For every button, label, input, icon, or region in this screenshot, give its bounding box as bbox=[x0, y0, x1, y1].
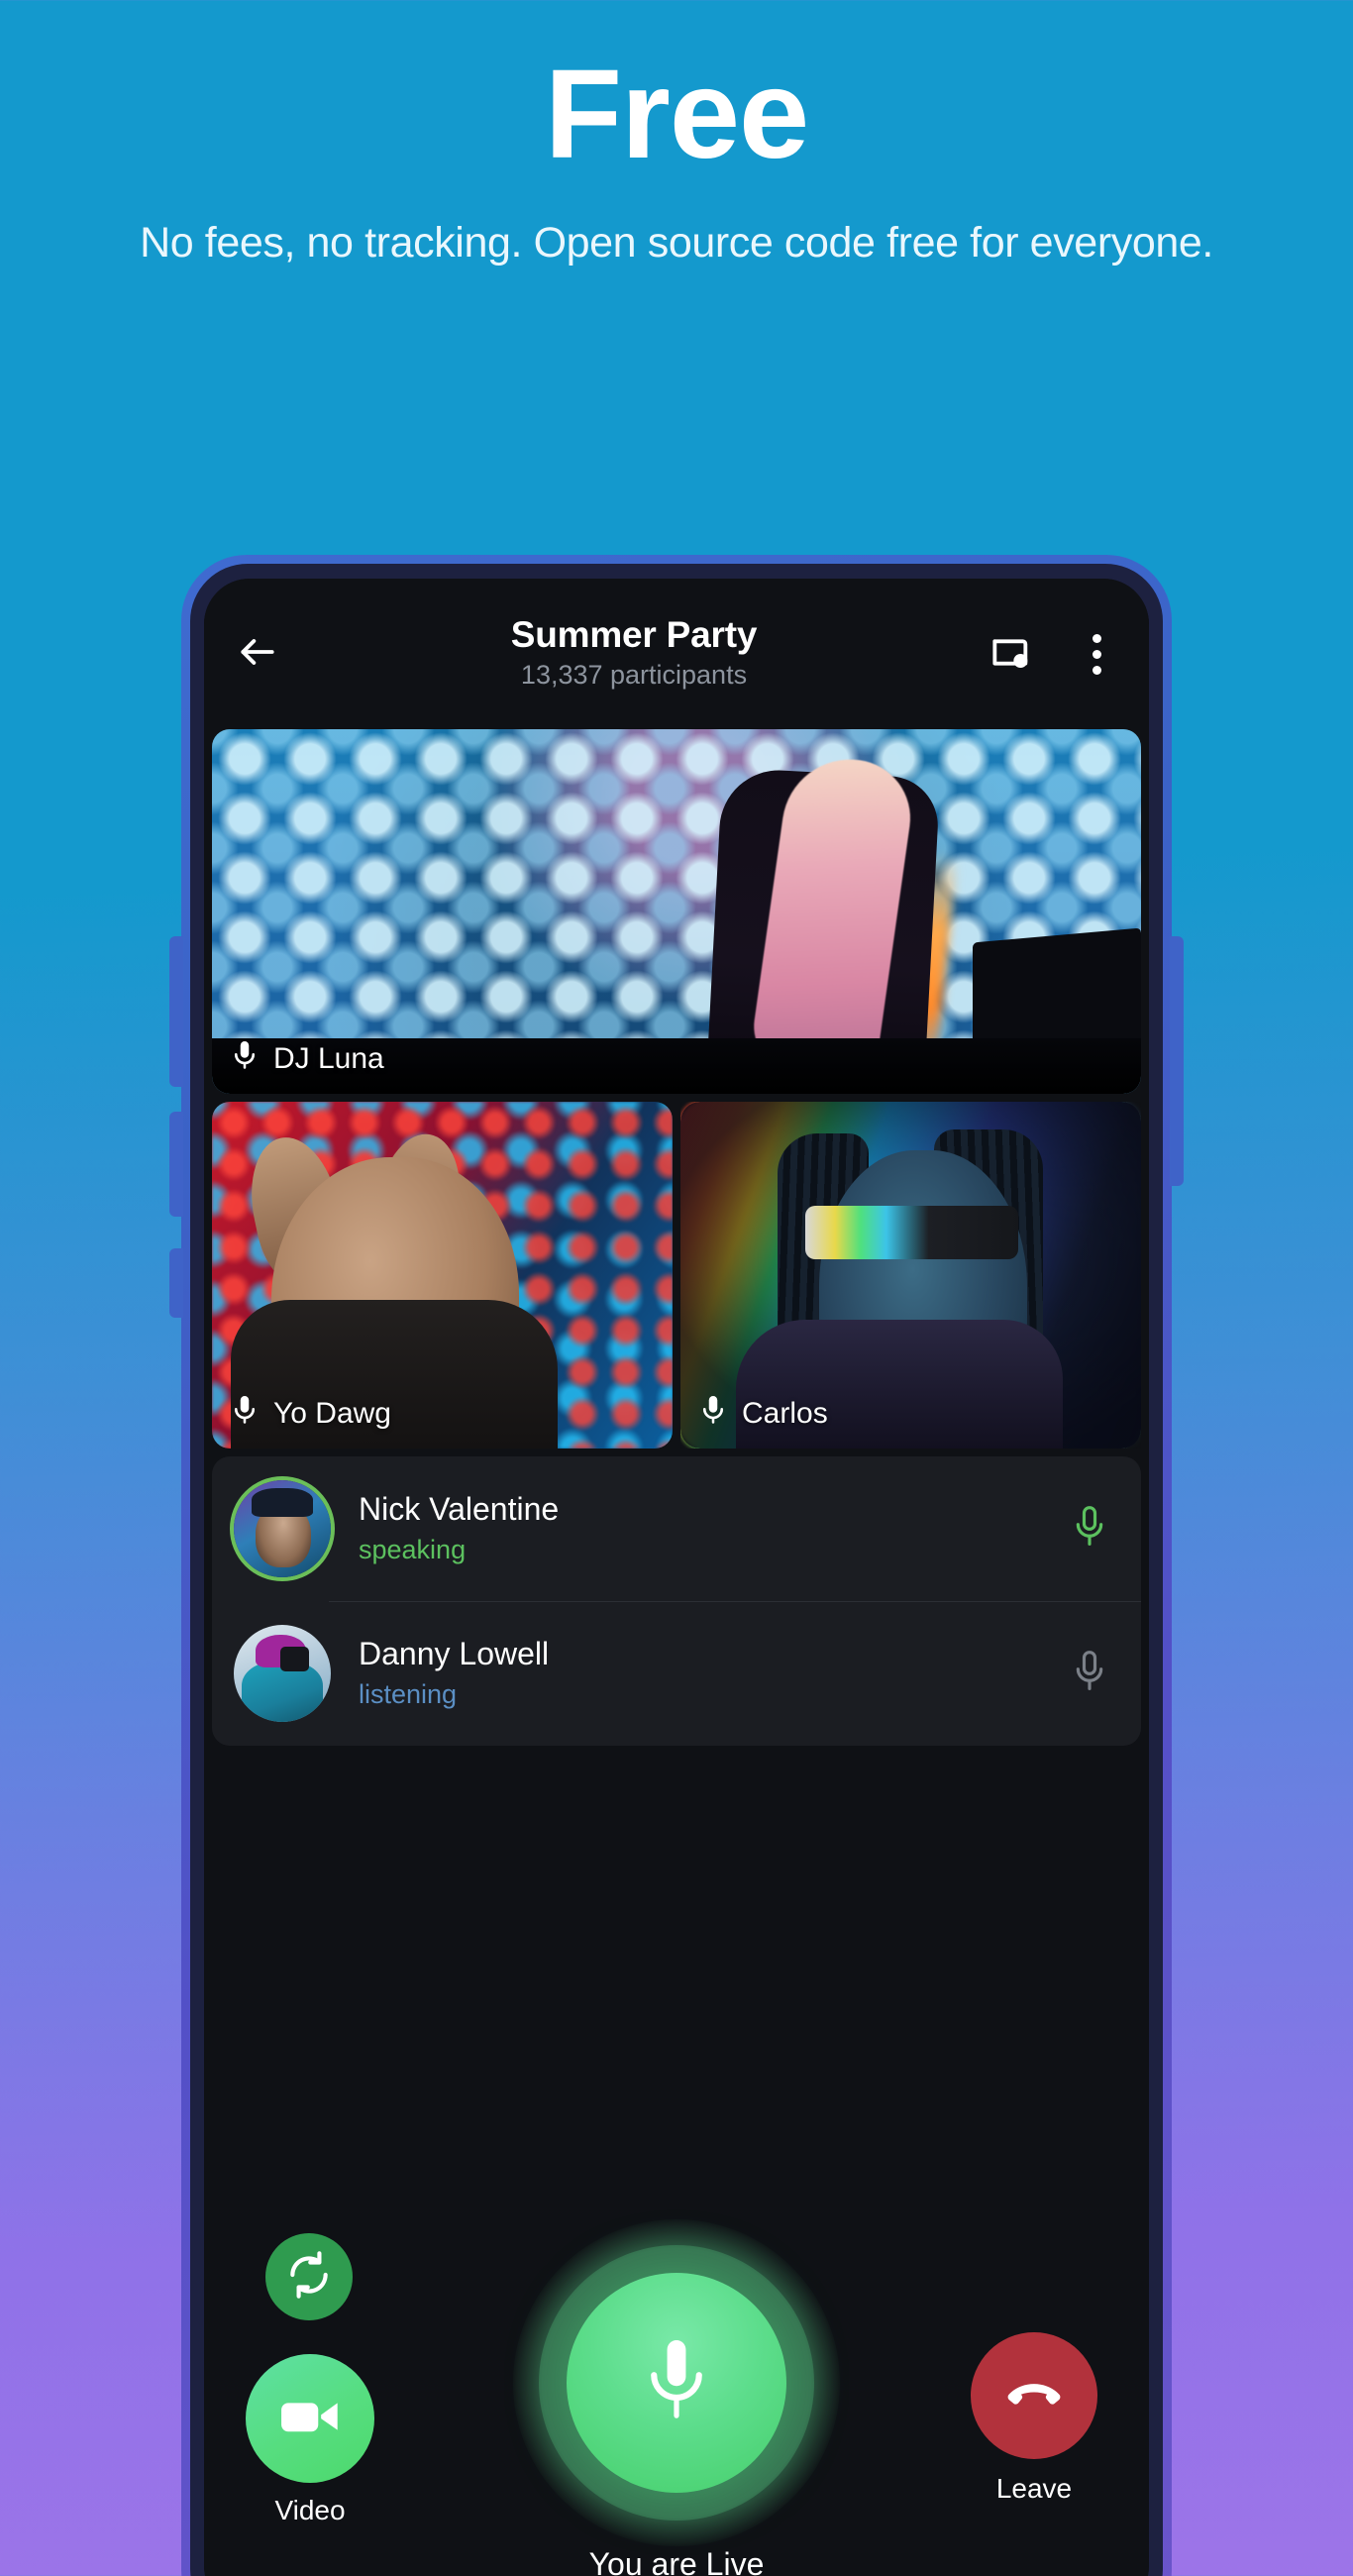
video-tile-row: Yo Dawg Carlos bbox=[212, 1102, 1141, 1449]
back-button[interactable] bbox=[222, 618, 293, 690]
screencast-button[interactable] bbox=[981, 623, 1042, 685]
video-toggle-button[interactable] bbox=[246, 2354, 374, 2483]
tile-label-name: Yo Dawg bbox=[273, 1396, 391, 1430]
phone-bezel: Summer Party 13,337 participants DJ Luna… bbox=[190, 564, 1163, 2576]
participant-name: Danny Lowell bbox=[359, 1635, 550, 1671]
participant-name: Nick Valentine bbox=[359, 1490, 560, 1527]
video-tile-yo-dawg[interactable]: Yo Dawg bbox=[212, 1102, 673, 1449]
avatar bbox=[234, 1480, 331, 1577]
promo-title: Free bbox=[544, 44, 809, 185]
app-header: Summer Party 13,337 participants bbox=[204, 579, 1149, 729]
avatar bbox=[234, 1625, 331, 1722]
phone-hangup-icon bbox=[1003, 2363, 1065, 2429]
participant-info: Danny Lowell listening bbox=[359, 1635, 1060, 1712]
participants-count: 13,337 participants bbox=[520, 660, 748, 691]
participant-status: speaking bbox=[359, 1535, 467, 1565]
microphone-icon bbox=[638, 2335, 715, 2431]
participant-row[interactable]: Danny Lowell listening bbox=[212, 1601, 1141, 1746]
video-toggle-label: Video bbox=[274, 2495, 346, 2525]
microphone-icon bbox=[230, 1394, 260, 1433]
microphone-icon bbox=[698, 1394, 728, 1433]
mic-button-wrapper: You are Live bbox=[513, 2219, 840, 2576]
tile-label-name: DJ Luna bbox=[273, 1041, 384, 1075]
call-controls: Video You are Live Leave bbox=[204, 2215, 1149, 2576]
participant-list: Nick Valentine speaking Danny Lowell lis… bbox=[212, 1456, 1141, 1746]
video-grid: DJ Luna Yo Dawg Carlos bbox=[204, 729, 1149, 1449]
power-button[interactable] bbox=[1170, 936, 1184, 1186]
microphone-icon bbox=[1070, 1649, 1109, 1699]
microphone-icon bbox=[230, 1039, 260, 1078]
participant-status: listening bbox=[359, 1679, 458, 1710]
mic-toggle-button[interactable] bbox=[567, 2273, 786, 2493]
volume-up-button[interactable] bbox=[169, 936, 183, 1087]
participant-info: Nick Valentine speaking bbox=[359, 1490, 1060, 1567]
mic-status-label: You are Live bbox=[588, 2546, 765, 2576]
video-tile-carlos[interactable]: Carlos bbox=[680, 1102, 1141, 1449]
tile-label: DJ Luna bbox=[230, 1039, 384, 1078]
volume-down-button[interactable] bbox=[169, 1112, 183, 1217]
phone-body: Summer Party 13,337 participants DJ Luna… bbox=[181, 555, 1172, 2576]
tile-label-name: Carlos bbox=[742, 1396, 828, 1430]
microphone-icon bbox=[1070, 1504, 1109, 1555]
header-actions bbox=[981, 623, 1127, 685]
leave-call-button[interactable] bbox=[971, 2332, 1097, 2459]
tile-label: Yo Dawg bbox=[230, 1394, 391, 1433]
arrow-left-icon bbox=[236, 630, 279, 679]
header-titles: Summer Party 13,337 participants bbox=[287, 615, 981, 693]
page-title: Summer Party bbox=[510, 614, 758, 656]
phone-screen: Summer Party 13,337 participants DJ Luna… bbox=[204, 579, 1149, 2576]
promo-block: Free No fees, no tracking. Open source c… bbox=[0, 0, 1353, 270]
assistant-button[interactable] bbox=[169, 1248, 183, 1318]
overflow-menu-button[interactable] bbox=[1066, 623, 1127, 685]
flip-camera-button[interactable] bbox=[265, 2233, 353, 2320]
video-camera-icon bbox=[279, 2395, 341, 2443]
leave-call-label: Leave bbox=[995, 2473, 1073, 2504]
flip-camera-icon bbox=[284, 2250, 334, 2305]
participant-mic-button[interactable] bbox=[1060, 1499, 1119, 1558]
tile-label: Carlos bbox=[698, 1394, 828, 1433]
participant-row[interactable]: Nick Valentine speaking bbox=[212, 1456, 1141, 1601]
more-vertical-icon bbox=[1092, 633, 1101, 675]
video-tile-dj-luna[interactable]: DJ Luna bbox=[212, 729, 1141, 1094]
phone-mockup: Summer Party 13,337 participants DJ Luna… bbox=[94, 555, 1259, 2576]
screencast-icon bbox=[989, 632, 1033, 677]
promo-subtitle: No fees, no tracking. Open source code f… bbox=[140, 219, 1213, 267]
participant-mic-button[interactable] bbox=[1060, 1644, 1119, 1703]
